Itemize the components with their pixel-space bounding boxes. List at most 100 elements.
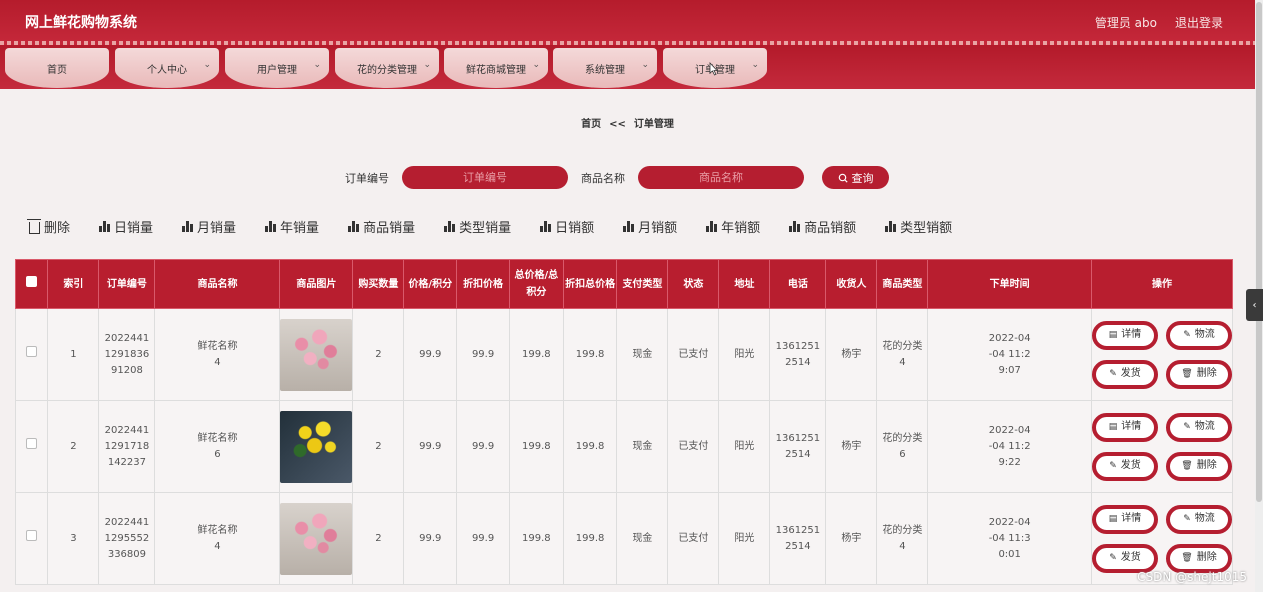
nav-tab-5[interactable]: 系统管理 ⌄ [553, 48, 657, 88]
stat-button-3[interactable]: 商品销量 [348, 217, 415, 236]
stat-button-8[interactable]: 商品销额 [789, 217, 856, 236]
stat-button-1[interactable]: 月销量 [182, 217, 236, 236]
column-header: 操作 [1091, 259, 1233, 309]
side-collapse-tab[interactable]: ‹ [1246, 289, 1263, 321]
nav-tab-4[interactable]: 鲜花商城管理 ⌄ [444, 48, 548, 88]
column-header: 折扣总价格 [562, 259, 618, 309]
detail-button[interactable]: ▤ 详情 [1092, 412, 1158, 442]
cell-line: -04 11:2 [988, 348, 1031, 360]
nav-tab-label: 个人中心 [147, 65, 187, 76]
document-icon: ▤ [1108, 330, 1118, 340]
ship-label: 发货 [1120, 460, 1141, 471]
delete-button[interactable]: 🗑 删除 [1166, 359, 1232, 389]
query-button[interactable]: 查询 [822, 166, 889, 189]
breadcrumb-current: 订单管理 [633, 119, 674, 130]
cell-line: 2022-04 [988, 516, 1031, 528]
product-name-input[interactable] [638, 166, 804, 189]
chevron-down-icon: ⌄ [423, 60, 431, 70]
price-cell: 99.9 [403, 308, 458, 401]
breadcrumb-separator: << [609, 119, 626, 130]
stat-button-6[interactable]: 月销额 [623, 217, 677, 236]
admin-user-label[interactable]: 管理员 abo [1095, 14, 1157, 31]
product-image[interactable] [280, 318, 353, 391]
batch-delete-button[interactable]: 删除 [27, 217, 71, 236]
cell-line: 2022441 [104, 424, 150, 436]
column-header: 状态 [667, 259, 720, 309]
status-cell: 已支付 [667, 308, 720, 401]
product-image-cell [279, 308, 354, 401]
cell-line: -04 11:3 [988, 532, 1031, 544]
ship-button[interactable]: ✎ 发货 [1092, 359, 1158, 389]
logistics-button[interactable]: ✎ 物流 [1166, 504, 1232, 534]
row-checkbox[interactable] [26, 530, 38, 541]
detail-button[interactable]: ▤ 详情 [1092, 320, 1158, 350]
logout-link[interactable]: 退出登录 [1175, 14, 1223, 31]
nav-tab-0[interactable]: 首页 [5, 48, 109, 88]
table-row[interactable]: 1 2022441 1291836 91208 鲜花名称 4 2 99.9 99.9 199.8 1… [14, 308, 1233, 401]
product-image[interactable] [280, 502, 353, 575]
cell-line: 2022441 [104, 332, 150, 344]
address-cell: 阳光 [718, 492, 771, 585]
row-checkbox[interactable] [26, 346, 38, 357]
index-cell: 1 [47, 308, 100, 401]
chevron-down-icon: ⌄ [203, 60, 211, 70]
breadcrumb-home[interactable]: 首页 [581, 119, 601, 130]
cell-line: 花的分类 [882, 340, 923, 352]
stat-button-7[interactable]: 年销额 [706, 217, 760, 236]
table-row[interactable]: 2 2022441 1291718 142237 鲜花名称 6 2 99.9 99.9 199.8… [14, 400, 1233, 493]
stat-button-2[interactable]: 年销量 [265, 217, 319, 236]
cell-line: 336809 [107, 548, 147, 560]
delete-label: 删除 [1196, 460, 1217, 471]
select-all-header[interactable] [14, 259, 49, 309]
row-checkbox[interactable] [26, 438, 38, 449]
pay-type-cell: 现金 [616, 400, 669, 493]
main-nav: 首页个人中心⌄用户管理⌄花的分类管理⌄鲜花商城管理⌄系统管理⌄订单管理⌄ [0, 45, 1255, 89]
logistics-button[interactable]: ✎ 物流 [1166, 320, 1232, 350]
scrollbar-thumb[interactable] [1256, 2, 1262, 502]
cell-line: 91208 [111, 364, 143, 376]
total-price-cell: 199.8 [508, 492, 564, 585]
cell-line: 2022441 [104, 516, 150, 528]
column-header: 电话 [769, 259, 827, 309]
stat-button-5[interactable]: 日销额 [540, 217, 594, 236]
batch-delete-label: 删除 [44, 221, 71, 236]
cell-line: 142237 [107, 456, 147, 468]
discount-price-cell: 99.9 [456, 492, 510, 585]
receiver-cell: 杨宇 [825, 400, 878, 493]
column-header: 商品图片 [279, 259, 354, 309]
ship-button[interactable]: ✎ 发货 [1092, 543, 1158, 573]
edit-icon: ✎ [1109, 553, 1117, 563]
actions-cell: ▤ 详情 ✎ 物流 ✎ 发货 🗑 删除 [1091, 400, 1233, 493]
discount-total-cell: 199.8 [562, 308, 618, 401]
row-select-cell [14, 400, 49, 493]
detail-button[interactable]: ▤ 详情 [1092, 504, 1158, 534]
select-all-checkbox[interactable] [26, 275, 38, 287]
product-image[interactable] [280, 410, 353, 483]
delete-button[interactable]: 🗑 删除 [1166, 451, 1232, 481]
edit-icon: ✎ [1183, 514, 1191, 524]
table-row[interactable]: 3 2022441 1295552 336809 鲜花名称 4 2 99.9 99.9 199.8… [14, 492, 1233, 585]
column-header: 地址 [718, 259, 771, 309]
stat-button-4[interactable]: 类型销量 [444, 217, 511, 236]
bar-chart-icon [885, 221, 897, 232]
trash-icon: 🗑 [1181, 461, 1193, 471]
discount-total-cell: 199.8 [562, 492, 618, 585]
search-icon [838, 173, 848, 183]
row-actions: ▤ 详情 ✎ 物流 ✎ 发货 🗑 删除 [1092, 412, 1232, 481]
cell-line: 2514 [785, 448, 811, 460]
quantity-cell: 2 [352, 400, 405, 493]
nav-tab-2[interactable]: 用户管理 ⌄ [225, 48, 329, 88]
nav-tab-1[interactable]: 个人中心 ⌄ [115, 48, 219, 88]
delete-button[interactable]: 🗑 删除 [1166, 543, 1232, 573]
discount-total-cell: 199.8 [562, 400, 618, 493]
cell-line: 9:22 [998, 456, 1021, 468]
stat-button-9[interactable]: 类型销额 [885, 217, 952, 236]
order-no-input[interactable] [402, 166, 568, 189]
product-type-cell: 花的分类 6 [876, 400, 929, 493]
ship-button[interactable]: ✎ 发货 [1092, 451, 1158, 481]
nav-tab-3[interactable]: 花的分类管理 ⌄ [335, 48, 439, 88]
chevron-down-icon: ⌄ [532, 60, 540, 70]
product-type-cell: 花的分类 4 [876, 308, 929, 401]
logistics-button[interactable]: ✎ 物流 [1166, 412, 1232, 442]
stat-button-0[interactable]: 日销量 [99, 217, 153, 236]
